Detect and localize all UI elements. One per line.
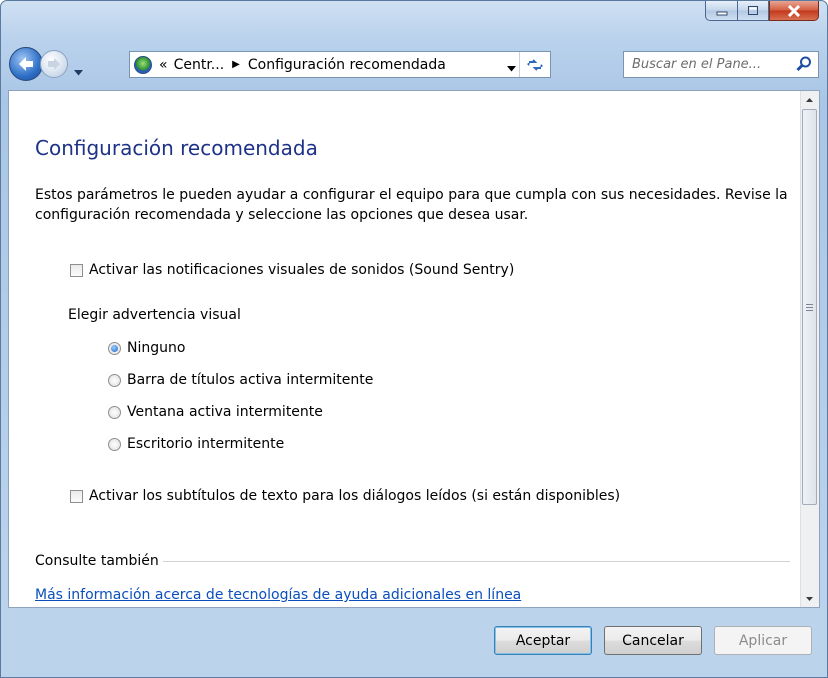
captions-checkbox[interactable] [70,489,83,503]
see-also-heading: Consulte también [35,553,159,569]
radio-label[interactable]: Escritorio intermitente [127,436,284,452]
chevron-down-icon [74,70,83,76]
breadcrumb-item-control-panel[interactable]: Centr... [174,57,225,73]
minimize-button[interactable] [705,1,737,21]
radio-option-window[interactable]: Ventana activa intermitente [108,404,323,420]
radio-none[interactable] [108,341,121,355]
content-area: Configuración recomendada Estos parámetr… [9,91,801,607]
arrow-right-icon [48,58,60,70]
breadcrumb-item-current[interactable]: Configuración recomendada [248,57,446,73]
radio-label[interactable]: Ventana activa intermitente [127,404,323,420]
captions-label[interactable]: Activar los subtítulos de texto para los… [89,488,620,504]
scroll-down-button[interactable] [801,590,818,607]
address-bar: « Centr... ▶ Configuración recomendada [1,45,827,85]
address-dropdown[interactable] [507,60,516,76]
maximize-icon [748,6,758,15]
dialog-buttons: Aceptar Cancelar Aplicar [494,626,812,655]
arrow-up-icon [806,97,813,102]
recent-pages-dropdown[interactable] [74,61,83,80]
see-also-section: Consulte también [35,553,790,569]
divider [162,560,790,562]
refresh-icon [527,58,543,71]
chevron-down-icon [507,66,516,72]
search-icon[interactable] [796,56,812,72]
radio-title-bar[interactable] [108,373,121,387]
page-description: Estos parámetros le pueden ayudar a conf… [35,187,788,223]
page-title: Configuración recomendada [35,136,318,160]
minimize-icon [716,11,727,15]
content-panel: Configuración recomendada Estos parámetr… [8,90,820,608]
captions-option[interactable]: Activar los subtítulos de texto para los… [70,488,620,504]
close-icon [787,4,801,17]
radio-option-none[interactable]: Ninguno [108,340,185,356]
refresh-button[interactable] [519,52,550,77]
radio-option-title-bar[interactable]: Barra de títulos activa intermitente [108,372,373,388]
radio-label[interactable]: Barra de títulos activa intermitente [127,372,373,388]
radio-desktop[interactable] [108,437,121,451]
breadcrumb[interactable]: « Centr... ▶ Configuración recomendada [129,51,551,78]
caption-buttons [705,1,819,21]
visual-warning-label: Elegir advertencia visual [68,307,241,323]
breadcrumb-separator-icon[interactable]: ▶ [232,59,240,70]
caption-bar[interactable] [1,1,827,43]
radio-label[interactable]: Ninguno [127,340,185,356]
grip-icon [806,303,813,311]
more-info-link[interactable]: Más información acerca de tecnologías de… [35,587,521,603]
window: « Centr... ▶ Configuración recomendada C… [0,0,828,678]
sound-sentry-checkbox[interactable] [70,263,83,277]
control-panel-icon [134,55,152,74]
radio-window[interactable] [108,405,121,419]
close-button[interactable] [769,1,819,21]
apply-button[interactable]: Aplicar [714,626,812,655]
maximize-button[interactable] [737,1,769,21]
sound-sentry-option[interactable]: Activar las notificaciones visuales de s… [70,262,514,278]
arrow-left-icon [19,57,33,71]
arrow-down-icon [806,596,813,601]
radio-option-desktop[interactable]: Escritorio intermitente [108,436,284,452]
back-button[interactable] [9,47,43,81]
vertical-scrollbar[interactable] [800,91,819,607]
sound-sentry-label[interactable]: Activar las notificaciones visuales de s… [89,262,514,278]
search-box [623,51,819,78]
ok-button[interactable]: Aceptar [494,626,592,655]
breadcrumb-overflow[interactable]: « [159,57,168,73]
search-input[interactable] [630,56,794,73]
cancel-button[interactable]: Cancelar [604,626,702,655]
scroll-up-button[interactable] [801,91,818,108]
forward-button[interactable] [40,50,68,78]
scroll-thumb[interactable] [802,109,817,505]
